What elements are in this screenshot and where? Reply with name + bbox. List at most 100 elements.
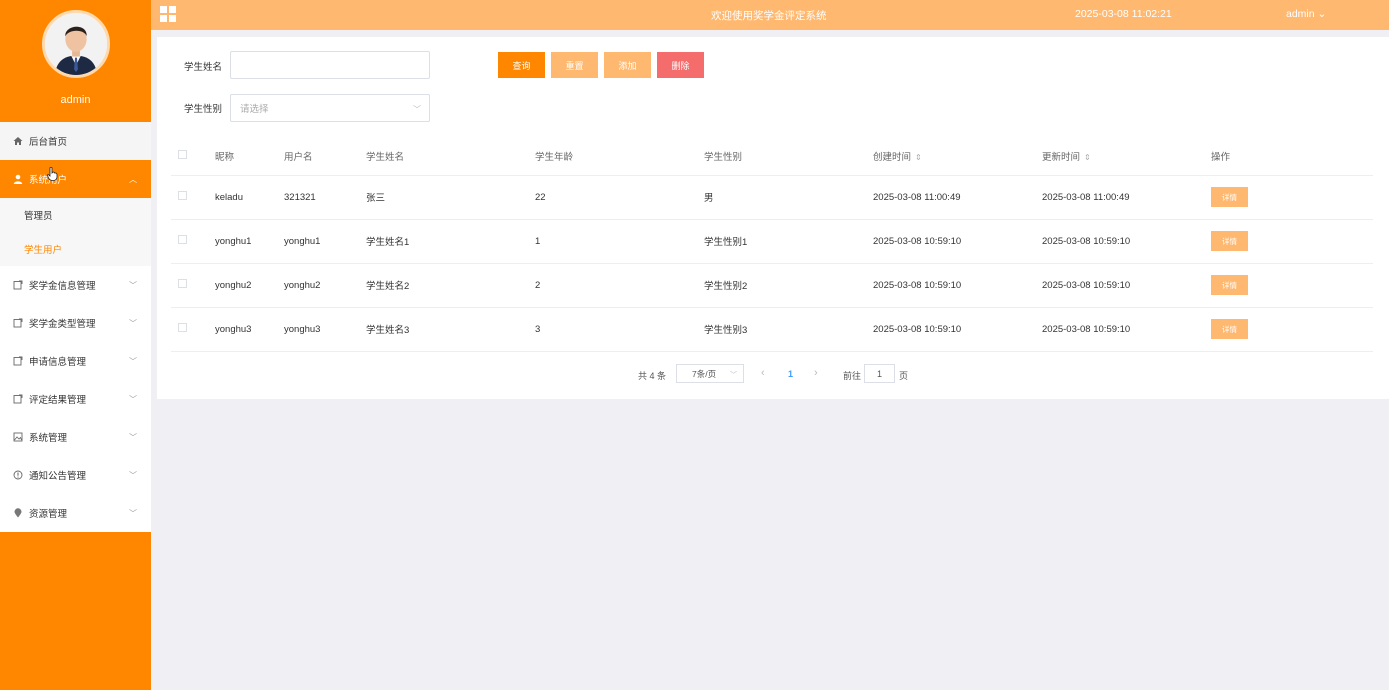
sidebar-item-resources[interactable]: 资源管理 ﹀: [0, 494, 151, 532]
cell-student-gender: 学生性别3: [704, 307, 873, 352]
picture-icon: [12, 432, 23, 443]
sort-icon[interactable]: ⇕: [915, 153, 922, 162]
profile-area: admin: [0, 0, 151, 122]
column-header-created-time[interactable]: 创建时间 ⇕: [873, 137, 1042, 176]
cell-student-gender: 学生性别2: [704, 263, 873, 308]
sidebar-item-home[interactable]: 后台首页: [0, 122, 151, 160]
sidebar-item-application-info[interactable]: 申请信息管理 ﹀: [0, 342, 151, 380]
detail-button[interactable]: 详情: [1211, 231, 1248, 251]
cell-student-age: 3: [535, 307, 704, 352]
sidebar-menu: 后台首页 系统用户 ︿ 管理员 学生用户 奖学金信息管理 ﹀ 奖学金类型管理 ﹀…: [0, 122, 151, 532]
avatar-image: [44, 13, 107, 75]
page-unit-label: 页: [899, 371, 909, 381]
location-pin-icon: [12, 508, 23, 519]
profile-name: admin: [60, 94, 91, 106]
select-placeholder: 请选择: [240, 104, 269, 115]
row-checkbox[interactable]: [178, 323, 187, 332]
cell-updated-time: 2025-03-08 10:59:10: [1042, 219, 1211, 264]
column-header-student-age: 学生年龄: [535, 137, 704, 176]
sidebar-item-scholarship-type[interactable]: 奖学金类型管理 ﹀: [0, 304, 151, 342]
info-icon: [12, 470, 23, 481]
page-size-select[interactable]: 7条/页 ﹀: [676, 364, 744, 383]
row-checkbox[interactable]: [178, 279, 187, 288]
sidebar: admin 后台首页 系统用户 ︿ 管理员 学生用户 奖学金信息管理 ﹀ 奖学金…: [0, 0, 151, 690]
prev-page-button[interactable]: ‹: [761, 367, 765, 379]
column-header-actions: 操作: [1211, 137, 1373, 176]
table-row: yonghu1 yonghu1 学生姓名1 1 学生性别1 2025-03-08…: [171, 219, 1373, 264]
goto-page-input[interactable]: 1: [864, 364, 895, 383]
chevron-up-icon: ︿: [129, 175, 137, 184]
cell-created-time: 2025-03-08 10:59:10: [873, 219, 1042, 264]
chevron-down-icon: ﹀: [129, 357, 137, 366]
cell-username: yonghu3: [284, 307, 366, 352]
reset-button[interactable]: 重置: [551, 52, 598, 78]
header-username: admin: [1286, 8, 1315, 20]
chevron-down-icon: ﹀: [413, 105, 421, 114]
table-header-row: 昵称 用户名 学生姓名 学生年龄 学生性别 创建时间 ⇕ 更新时间 ⇕ 操作: [171, 137, 1373, 176]
sidebar-item-announcements[interactable]: 通知公告管理 ﹀: [0, 456, 151, 494]
query-button[interactable]: 查询: [498, 52, 545, 78]
top-header: 欢迎使用奖学金评定系统 2025-03-08 11:02:21 admin ⌄: [151, 0, 1389, 30]
sidebar-item-label: 奖学金类型管理: [29, 319, 96, 330]
cell-student-name: 学生姓名1: [366, 219, 535, 264]
pagination-total: 共 4 条: [638, 371, 667, 381]
page-number-current[interactable]: 1: [788, 369, 793, 379]
chevron-down-icon: ﹀: [129, 433, 137, 442]
sidebar-item-label: 通知公告管理: [29, 471, 87, 482]
sidebar-subitem-student-users[interactable]: 学生用户: [0, 232, 151, 266]
detail-button[interactable]: 详情: [1211, 275, 1248, 295]
column-header-updated-time[interactable]: 更新时间 ⇕: [1042, 137, 1211, 176]
table-row: yonghu2 yonghu2 学生姓名2 2 学生性别2 2025-03-08…: [171, 263, 1373, 308]
chevron-down-icon: ﹀: [129, 509, 137, 518]
sidebar-item-label: 后台首页: [29, 137, 68, 148]
avatar[interactable]: [41, 10, 110, 78]
mouse-cursor-icon: [47, 166, 58, 184]
document-icon: [12, 356, 23, 367]
next-page-button[interactable]: ›: [814, 367, 818, 379]
chevron-down-icon: ﹀: [730, 372, 737, 379]
sidebar-item-system-users[interactable]: 系统用户 ︿: [0, 160, 151, 198]
column-header-username: 用户名: [284, 137, 366, 176]
sidebar-item-label: 评定结果管理: [29, 395, 87, 406]
pagination: 共 4 条 7条/页 ﹀ ‹ 1 › 前往 1 页: [157, 364, 1389, 384]
row-checkbox[interactable]: [178, 191, 187, 200]
cell-username: yonghu2: [284, 263, 366, 308]
sort-icon[interactable]: ⇕: [1084, 153, 1091, 162]
detail-button[interactable]: 详情: [1211, 187, 1248, 207]
student-gender-select[interactable]: 请选择 ﹀: [230, 94, 430, 122]
sidebar-item-label: 申请信息管理: [29, 357, 87, 368]
delete-button[interactable]: 删除: [657, 52, 704, 78]
goto-label: 前往: [843, 371, 862, 381]
column-header-label: 创建时间: [873, 151, 912, 163]
column-header-label: 更新时间: [1042, 151, 1081, 163]
student-name-input[interactable]: [230, 51, 430, 79]
sidebar-subitem-admin[interactable]: 管理员: [0, 198, 151, 232]
document-icon: [12, 318, 23, 329]
cell-student-name: 学生姓名2: [366, 263, 535, 308]
cell-nickname: yonghu3: [215, 307, 284, 352]
user-icon: [12, 174, 23, 185]
cell-updated-time: 2025-03-08 10:59:10: [1042, 263, 1211, 308]
cell-student-gender: 男: [704, 175, 873, 220]
row-checkbox[interactable]: [178, 235, 187, 244]
add-button[interactable]: 添加: [604, 52, 651, 78]
chevron-down-icon: ﹀: [129, 281, 137, 290]
column-header-student-name: 学生姓名: [366, 137, 535, 176]
cell-created-time: 2025-03-08 10:59:10: [873, 263, 1042, 308]
select-all-checkbox[interactable]: [178, 149, 187, 159]
sidebar-item-scholarship-info[interactable]: 奖学金信息管理 ﹀: [0, 266, 151, 304]
cell-student-age: 22: [535, 175, 704, 220]
chevron-down-icon: ﹀: [129, 471, 137, 480]
column-header-nickname: 昵称: [215, 137, 284, 176]
column-header-student-gender: 学生性别: [704, 137, 873, 176]
detail-button[interactable]: 详情: [1211, 319, 1248, 339]
cell-updated-time: 2025-03-08 10:59:10: [1042, 307, 1211, 352]
menu-grid-icon[interactable]: [160, 6, 176, 22]
header-user-menu[interactable]: admin ⌄: [1286, 8, 1326, 20]
cell-created-time: 2025-03-08 10:59:10: [873, 307, 1042, 352]
chevron-down-icon: ﹀: [129, 395, 137, 404]
document-icon: [12, 280, 23, 291]
sidebar-item-system-management[interactable]: 系统管理 ﹀: [0, 418, 151, 456]
sidebar-item-evaluation-results[interactable]: 评定结果管理 ﹀: [0, 380, 151, 418]
cell-nickname: yonghu1: [215, 219, 284, 264]
